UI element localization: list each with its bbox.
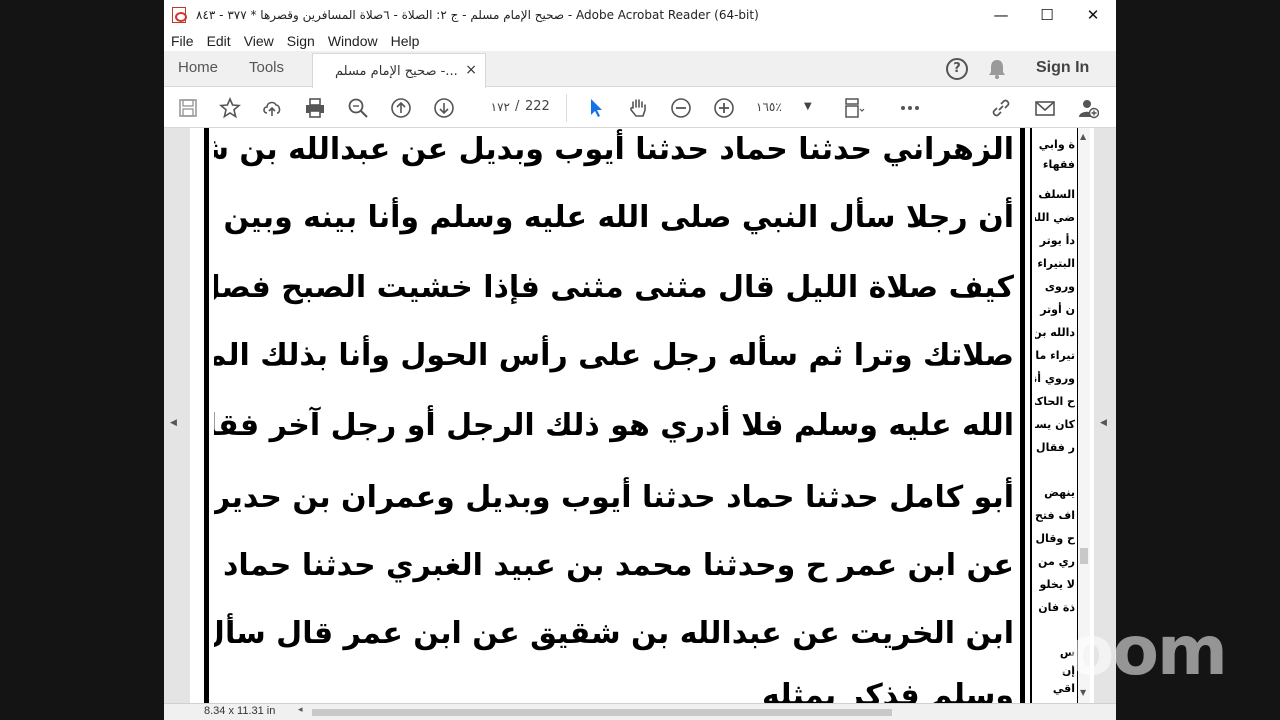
- commentary-line: كان يسلم: [1035, 418, 1075, 431]
- menu-view[interactable]: View: [244, 33, 274, 49]
- minimize-button[interactable]: —: [978, 0, 1024, 30]
- scroll-up-icon[interactable]: ▲: [1080, 132, 1086, 141]
- menu-file[interactable]: File: [171, 33, 194, 49]
- commentary-line: دأ يوتر: [1039, 234, 1075, 247]
- zoom-dropdown-icon[interactable]: ▼: [804, 96, 812, 118]
- commentary-line: وروى: [1044, 280, 1075, 293]
- commentary-line: فقهاء: [1042, 158, 1075, 171]
- text-line: الزهراني حدثنا حماد حدثنا أيوب وبديل عن …: [214, 132, 1014, 167]
- scroll-left-icon[interactable]: ◂: [298, 705, 303, 715]
- page-border-divider: [1020, 128, 1025, 703]
- commentary-line: ح الحاكم: [1035, 395, 1075, 408]
- zoom-level-input[interactable]: ١٦٥٪: [756, 96, 782, 118]
- page-total: 222: [525, 99, 550, 114]
- menu-bar: File Edit View Sign Window Help: [164, 30, 1116, 51]
- toolbar: ١٧٢ / 222 ١٦٥٪ ▼: [164, 88, 1116, 128]
- tab-bar: Home Tools صحيح الإمام مسلم -... × ? Sig…: [164, 51, 1116, 88]
- zoom-in-icon[interactable]: [712, 96, 736, 120]
- help-icon[interactable]: ?: [946, 58, 968, 80]
- commentary-line: السلف: [1038, 188, 1075, 201]
- bookmark-star-icon[interactable]: [218, 96, 242, 120]
- left-panel-toggle-icon[interactable]: ◀: [170, 418, 177, 428]
- commentary-line: ينهض: [1044, 486, 1075, 499]
- menu-window[interactable]: Window: [328, 33, 378, 49]
- save-icon[interactable]: [176, 96, 200, 120]
- email-icon[interactable]: [1033, 96, 1057, 120]
- vertical-scroll-thumb[interactable]: [1080, 548, 1088, 564]
- toolbar-divider: [566, 94, 567, 122]
- print-icon[interactable]: [303, 96, 327, 120]
- page-separator: /: [515, 99, 520, 114]
- commentary-line: البتيراء: [1037, 257, 1075, 270]
- close-window-button[interactable]: ✕: [1070, 0, 1116, 30]
- page-border-left: [204, 128, 209, 703]
- commentary-line: ري من: [1038, 555, 1075, 568]
- document-tab-label: صحيح الإمام مسلم -...: [335, 63, 458, 79]
- page-up-icon[interactable]: [389, 96, 413, 120]
- notification-bell-icon[interactable]: [987, 58, 1007, 80]
- commentary-line: لا يخلو: [1039, 578, 1075, 591]
- maximize-button[interactable]: ☐: [1024, 0, 1070, 30]
- text-line: كيف صلاة الليل قال مثنى مثنى فإذا خشيت ا…: [214, 270, 1014, 305]
- window-title: صحيح الإمام مسلم - ج ٢: الصلاة - ٦صلاة ا…: [196, 8, 759, 22]
- horizontal-scroll-thumb[interactable]: [312, 709, 892, 716]
- menu-edit[interactable]: Edit: [207, 33, 231, 49]
- text-line: أبو كامل حدثنا حماد حدثنا أيوب وبديل وعم…: [214, 480, 1014, 515]
- close-tab-button[interactable]: ×: [465, 62, 477, 78]
- title-bar: صحيح الإمام مسلم - ج ٢: الصلاة - ٦صلاة ا…: [164, 0, 1116, 30]
- commentary-line: تيراء ما: [1035, 349, 1075, 362]
- zoom-watermark: zoom: [1030, 612, 1228, 691]
- text-line: عن ابن عمر ح وحدثنا محمد بن عبيد الغبري …: [214, 548, 1014, 583]
- menu-help[interactable]: Help: [391, 33, 420, 49]
- text-line: أن رجلا سأل النبي صلى الله عليه وسلم وأن…: [214, 200, 1014, 235]
- commentary-line: ر فقال: [1036, 441, 1075, 454]
- hadith-text-column: الزهراني حدثنا حماد حدثنا أيوب وبديل عن …: [214, 128, 1014, 703]
- commentary-line: اف فتح: [1035, 509, 1075, 522]
- more-icon[interactable]: [898, 96, 922, 120]
- share-link-icon[interactable]: [989, 96, 1013, 120]
- text-line: صلاتك وترا ثم سأله رجل على رأس الحول وأن…: [214, 338, 1014, 373]
- select-cursor-icon[interactable]: [584, 96, 608, 120]
- page-fit-icon[interactable]: [842, 96, 866, 120]
- commentary-line: ح وقال: [1035, 532, 1075, 545]
- commentary-line: وروي أنه: [1035, 372, 1075, 385]
- status-bar: 8.34 x 11.31 in ◂: [164, 703, 1116, 720]
- commentary-line: ة وابي: [1038, 138, 1075, 151]
- add-user-icon[interactable]: [1076, 96, 1100, 120]
- right-panel-toggle-icon[interactable]: ◀: [1100, 418, 1107, 428]
- document-view[interactable]: ◀ ◀ الزهراني حدثنا حماد حدثنا أيوب وبديل…: [164, 128, 1116, 703]
- upload-cloud-icon[interactable]: [260, 96, 284, 120]
- acrobat-app-icon: [172, 7, 187, 23]
- text-line: ابن الخريت عن عبدالله بن شقيق عن ابن عمر…: [214, 616, 1014, 651]
- menu-sign[interactable]: Sign: [287, 33, 315, 49]
- text-line: وسلم فذكر بمثله: [762, 678, 1014, 703]
- page-number-input[interactable]: ١٧٢: [476, 96, 510, 118]
- acrobat-window: صحيح الإمام مسلم - ج ٢: الصلاة - ٦صلاة ا…: [164, 0, 1116, 720]
- commentary-line: ضي الله: [1035, 211, 1075, 224]
- search-zoom-icon[interactable]: [346, 96, 370, 120]
- hand-tool-icon[interactable]: [626, 96, 650, 120]
- tab-home[interactable]: Home: [178, 59, 218, 76]
- tab-document[interactable]: صحيح الإمام مسلم -... ×: [312, 53, 486, 88]
- page-size-label: 8.34 x 11.31 in: [204, 705, 276, 717]
- text-line: الله عليه وسلم فلا أدري هو ذلك الرجل أو …: [214, 408, 1014, 443]
- zoom-out-icon[interactable]: [669, 96, 693, 120]
- sign-in-button[interactable]: Sign In: [1036, 59, 1089, 77]
- tab-tools[interactable]: Tools: [249, 59, 284, 76]
- pdf-page: الزهراني حدثنا حماد حدثنا أيوب وبديل عن …: [190, 128, 1094, 703]
- commentary-line: ن أوتر: [1040, 303, 1075, 316]
- commentary-line: دالله بن: [1035, 326, 1075, 339]
- page-down-icon[interactable]: [432, 96, 456, 120]
